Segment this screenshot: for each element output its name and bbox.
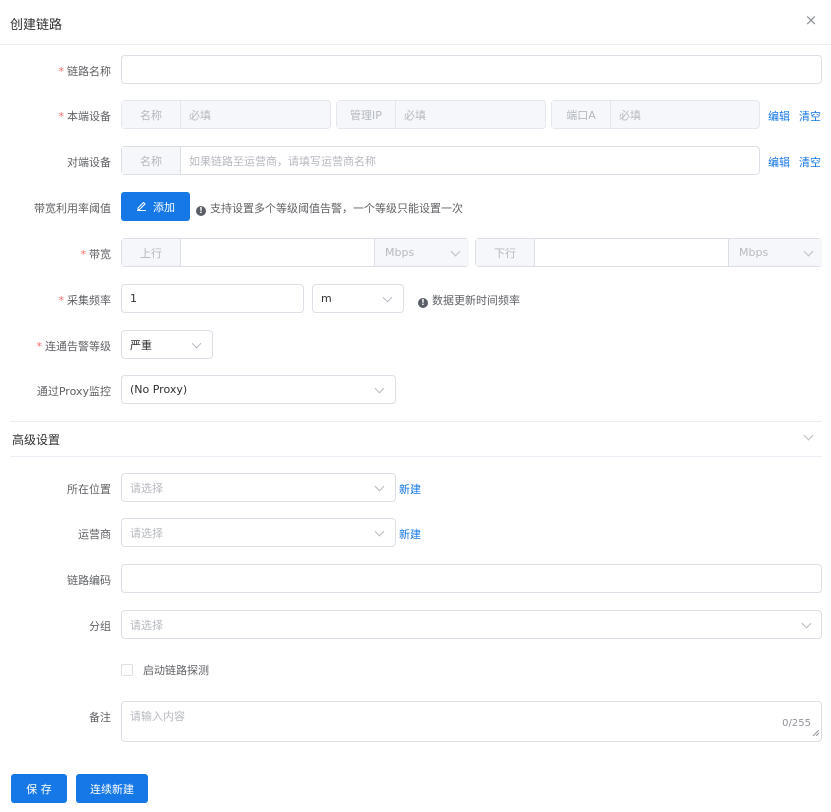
location-placeholder: 请选择	[130, 481, 163, 495]
advanced-title: 高级设置	[12, 433, 61, 447]
edit-icon	[136, 200, 147, 214]
location-select[interactable]: 请选择	[121, 473, 396, 502]
frequency-hint: ! 数据更新时间频率	[418, 292, 520, 308]
link-name-label: * 链路名称	[58, 65, 112, 78]
probe-checkbox[interactable]	[121, 664, 133, 676]
dialog-header	[0, 0, 831, 45]
frequency-value: 1	[130, 292, 137, 305]
add-threshold-button[interactable]: 添加	[121, 192, 190, 221]
local-device-ip-input[interactable]: 管理IP 必填	[336, 100, 546, 129]
remark-counter: 0/255	[782, 718, 811, 729]
bandwidth-down-input[interactable]: 下行 Mbps	[475, 238, 822, 267]
add-threshold-label: 添加	[153, 200, 175, 214]
frequency-label: * 采集频率	[58, 294, 112, 307]
remark-textarea[interactable]: 请输入内容 0/255	[121, 701, 822, 742]
link-code-input[interactable]	[121, 564, 822, 593]
local-device-port-placeholder: 必填	[619, 108, 641, 122]
local-device-label: * 本端设备	[58, 110, 112, 123]
ip-prefix: 管理IP	[337, 101, 396, 128]
link-code-label: 链路编码	[67, 574, 111, 587]
name-prefix: 名称	[122, 101, 181, 128]
carrier-placeholder: 请选择	[130, 526, 163, 540]
remote-device-label: 对端设备	[67, 156, 111, 169]
chevron-down-icon	[374, 383, 385, 394]
chevron-down-icon	[803, 430, 814, 441]
save-and-new-button[interactable]: 连续新建	[76, 774, 148, 803]
remote-device-clear-link[interactable]: 清空	[799, 154, 821, 170]
local-device-port-input[interactable]: 端口A 必填	[551, 100, 760, 129]
info-icon: !	[418, 298, 428, 308]
down-unit-value: Mbps	[739, 246, 769, 259]
proxy-value: (No Proxy)	[130, 383, 188, 396]
remote-device-edit-link[interactable]: 编辑	[768, 154, 790, 170]
local-device-name-input[interactable]: 名称 必填	[121, 100, 331, 129]
port-prefix: 端口A	[552, 101, 611, 128]
alarm-level-label: * 连通告警等级	[36, 340, 112, 353]
local-device-name-placeholder: 必填	[189, 108, 211, 122]
alarm-level-select[interactable]: 严重	[121, 330, 213, 359]
proxy-select[interactable]: (No Proxy)	[121, 375, 396, 404]
location-label: 所在位置	[67, 483, 111, 496]
chevron-down-icon	[191, 338, 202, 349]
group-placeholder: 请选择	[130, 618, 163, 632]
remark-placeholder: 请输入内容	[130, 710, 185, 723]
carrier-label: 运营商	[78, 528, 111, 541]
carrier-new-link[interactable]: 新建	[399, 526, 421, 542]
section-divider	[10, 456, 822, 457]
remote-name-prefix: 名称	[122, 147, 181, 174]
remote-device-name-input[interactable]: 名称 如果链路至运营商，请填写运营商名称	[121, 146, 760, 175]
bandwidth-label: * 带宽	[80, 248, 112, 261]
chevron-down-icon	[382, 292, 393, 303]
probe-label: 启动链路探测	[143, 664, 209, 677]
alarm-level-value: 严重	[130, 338, 152, 352]
local-device-ip-placeholder: 必填	[404, 108, 426, 122]
remote-device-name-placeholder: 如果链路至运营商，请填写运营商名称	[189, 154, 376, 168]
up-unit-value: Mbps	[385, 246, 415, 259]
probe-checkbox-row[interactable]: 启动链路探测	[121, 663, 209, 677]
location-new-link[interactable]: 新建	[399, 481, 421, 497]
up-prefix: 上行	[122, 239, 181, 266]
group-label: 分组	[89, 620, 111, 633]
info-icon: !	[196, 206, 206, 216]
threshold-label: 带宽利用率阈值	[34, 202, 111, 215]
dialog-title: 创建链路	[10, 18, 63, 33]
group-select[interactable]: 请选择	[121, 610, 822, 639]
advanced-section-header[interactable]: 高级设置	[10, 422, 822, 456]
frequency-unit-value: m	[321, 292, 332, 305]
chevron-down-icon	[374, 481, 385, 492]
local-device-clear-link[interactable]: 清空	[799, 108, 821, 124]
threshold-hint: ! 支持设置多个等级阈值告警，一个等级只能设置一次	[196, 200, 463, 216]
chevron-down-icon	[374, 526, 385, 537]
resize-handle-icon[interactable]	[812, 726, 820, 739]
down-prefix: 下行	[476, 239, 535, 266]
bandwidth-up-input[interactable]: 上行 Mbps	[121, 238, 469, 267]
proxy-label: 通过Proxy监控	[36, 385, 111, 398]
remark-label: 备注	[89, 711, 111, 724]
save-button[interactable]: 保 存	[11, 774, 67, 803]
frequency-unit-select[interactable]: m	[312, 284, 404, 313]
frequency-input[interactable]: 1	[121, 284, 304, 313]
link-name-input[interactable]	[121, 55, 822, 84]
close-icon[interactable]: ×	[803, 11, 819, 29]
chevron-down-icon	[801, 618, 812, 629]
carrier-select[interactable]: 请选择	[121, 518, 396, 547]
local-device-edit-link[interactable]: 编辑	[768, 108, 790, 124]
